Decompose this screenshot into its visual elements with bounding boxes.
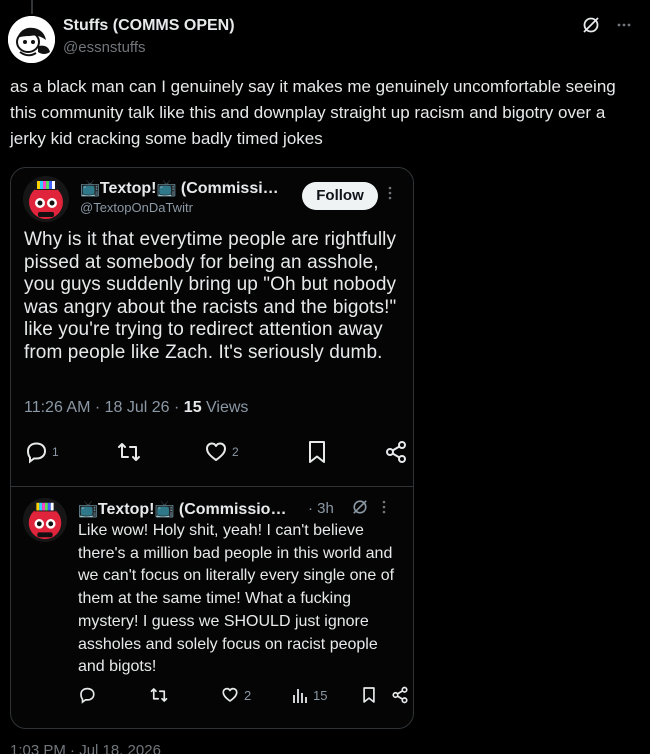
quoted-post-text: Why is it that everytime people are righ… [24,229,397,363]
reply-button[interactable] [78,686,101,704]
views-icon [292,686,308,704]
quoted-author-handle[interactable]: @TextopOnDaTwitr [80,200,193,215]
bookmark-icon [362,686,376,704]
views-button[interactable]: 15 [292,686,327,704]
reply-text: Like wow! Holy shit, yeah! I can't belie… [78,522,395,676]
like-count: 2 [232,445,239,459]
quoted-post-actions: 1 2 [24,438,406,468]
repost-button[interactable] [116,440,146,464]
reply-icon [24,440,48,464]
follow-button[interactable]: Follow [302,182,378,210]
share-icon [384,440,408,464]
share-icon [391,686,409,704]
repost-icon [116,440,142,464]
like-button[interactable]: 2 [221,686,251,704]
avatar-image [23,176,69,222]
quoted-author-name[interactable]: 📺Textop!📺 (Commissi… [80,178,279,198]
quoted-author-avatar[interactable] [23,176,69,222]
reply-actions: 2 15 [78,684,408,708]
author-handle[interactable]: @essnstuffs [63,38,235,58]
bookmark-button[interactable] [362,686,376,704]
grok-icon[interactable] [352,499,368,515]
quoted-post-timestamp[interactable]: 11:26 AM · 18 Jul 26 · [24,399,184,416]
share-button[interactable] [384,440,408,464]
like-button[interactable]: 2 [204,440,239,464]
heart-icon [221,686,239,704]
avatar-image [23,498,67,542]
avatar-image [8,16,55,63]
reply-icon [78,686,96,704]
post-top-icons [582,16,632,34]
like-count: 2 [244,687,252,703]
author-name[interactable]: Stuffs (COMMS OPEN) [63,16,235,36]
card-divider [11,486,413,487]
reply-author-avatar[interactable] [23,498,67,542]
reply-top-icons [352,499,386,515]
share-button[interactable] [391,686,409,704]
grok-icon[interactable] [582,16,600,34]
repost-icon [149,686,169,704]
reply-count: 1 [52,445,59,459]
views-count: 15 [313,687,328,703]
quoted-post-meta: 11:26 AM · 18 Jul 26 · 15 Views [24,399,248,417]
post-timestamp[interactable]: 1:03 PM · Jul 18, 2026 [10,742,161,754]
reply-timestamp[interactable]: · 3h [308,500,334,517]
heart-icon [204,440,228,464]
bookmark-button[interactable] [307,440,327,464]
quoted-post-card[interactable]: 📺Textop!📺 (Commissi… @TextopOnDaTwitr Fo… [10,167,414,729]
more-icon[interactable] [616,17,632,33]
thread-line [31,0,33,14]
repost-button[interactable] [149,686,174,704]
reply-author-name[interactable]: 📺Textop!📺 (Commissio… [78,499,286,519]
post-text: as a black man can I genuinely say it ma… [10,77,616,148]
bookmark-icon [307,440,327,464]
more-icon[interactable] [382,500,386,514]
quoted-more-icon[interactable] [388,186,392,200]
author-info[interactable]: Stuffs (COMMS OPEN) @essnstuffs [63,16,235,58]
author-avatar[interactable] [8,16,55,63]
reply-button[interactable]: 1 [24,440,59,464]
quoted-post-views-label: Views [201,399,249,416]
quoted-post-views-count: 15 [183,399,202,416]
